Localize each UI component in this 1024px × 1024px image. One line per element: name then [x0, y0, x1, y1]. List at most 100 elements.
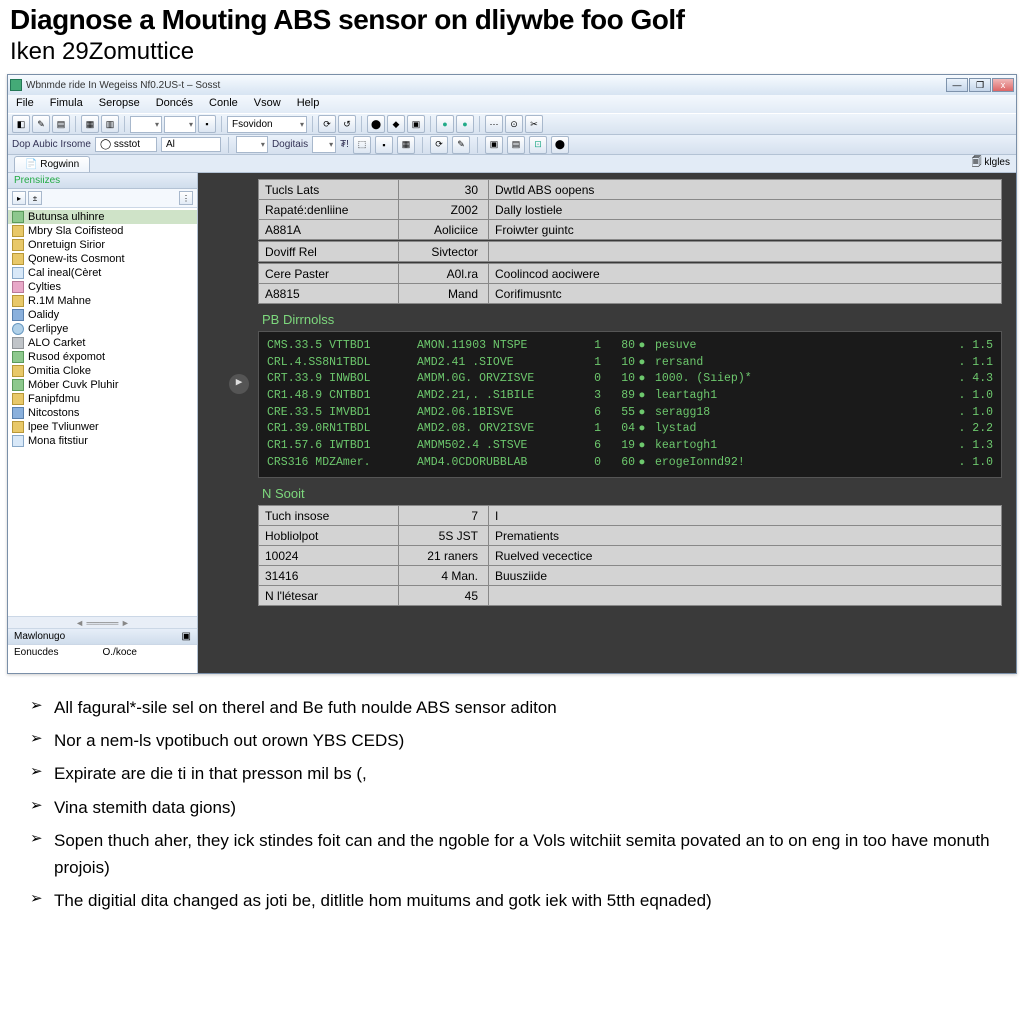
tree-label: lpee Tvliunwer: [28, 421, 99, 433]
sidebar-section[interactable]: Mawlonugo▣: [8, 629, 197, 644]
subbar-field[interactable]: ◯ ssstot: [95, 137, 157, 152]
table-row: Cere PasterA0l.raCoolincod aociwere: [259, 264, 1002, 284]
cell-label: 31416: [259, 566, 399, 586]
sidebar-item[interactable]: Mona fitstiur: [8, 434, 197, 448]
toolbar-1: ◧ ✎ ▤ ▦ ▥ ▪ Fsovidon ⟳ ↺ ⬤ ◆ ▣ ● ● ⋯ ⊙ ✂: [8, 113, 1016, 135]
cell-desc: Froiwter guintc: [489, 220, 1002, 240]
minimize-button[interactable]: —: [946, 78, 968, 92]
tree-icon: [12, 267, 24, 279]
tree-icon: [12, 407, 24, 419]
sidebar-tool[interactable]: ▸: [12, 191, 26, 205]
subbar-label: Dogitais: [272, 139, 308, 150]
tb-btn[interactable]: ▦: [397, 136, 415, 154]
tb-btn[interactable]: ▥: [101, 115, 119, 133]
sidebar-item[interactable]: lpee Tvliunwer: [8, 420, 197, 434]
tb-combo[interactable]: [312, 136, 336, 153]
tb-btn[interactable]: ↺: [338, 115, 356, 133]
tb-btn[interactable]: ✂: [525, 115, 543, 133]
toolbar-2: Dop Aubic Irsome ◯ ssstot Al Dogitais ₮!…: [8, 135, 1016, 155]
tb-combo-fsovidon[interactable]: Fsovidon: [227, 116, 307, 133]
sidebar-scrollbar[interactable]: ◄ ═════ ►: [8, 616, 197, 628]
tb-btn[interactable]: ●: [456, 115, 474, 133]
sidebar-item[interactable]: Cerlipye: [8, 322, 197, 336]
maximize-button[interactable]: ❐: [969, 78, 991, 92]
sidebar-item[interactable]: Oalidy: [8, 308, 197, 322]
sidebar-item[interactable]: Fanipfdmu: [8, 392, 197, 406]
cell-value: 30: [399, 180, 489, 200]
close-button[interactable]: x: [992, 78, 1014, 92]
article-subtitle: Iken 29Zomuttice: [0, 38, 1024, 74]
tb-btn[interactable]: ◆: [387, 115, 405, 133]
sidebar-item[interactable]: Móber Cuvk Pluhir: [8, 378, 197, 392]
tb-btn[interactable]: ▪: [198, 115, 216, 133]
tb-btn[interactable]: ▣: [485, 136, 503, 154]
tree-label: Onretuign Sirior: [28, 239, 105, 251]
menu-vsow[interactable]: Vsow: [246, 95, 289, 113]
tb-btn[interactable]: ◧: [12, 115, 30, 133]
tb-btn[interactable]: ✎: [32, 115, 50, 133]
sidebar-item[interactable]: Butunsa ulhinre: [8, 210, 197, 224]
sidebar-item[interactable]: R.1M Mahne: [8, 294, 197, 308]
cell-label: Tucls Lats: [259, 180, 399, 200]
tb-combo[interactable]: [130, 116, 162, 133]
tree-label: Fanipfdmu: [28, 393, 80, 405]
tree-label: Oalidy: [28, 309, 59, 321]
sidebar-item[interactable]: Omitia Cloke: [8, 364, 197, 378]
menu-conle[interactable]: Conle: [201, 95, 246, 113]
cell-desc: Coolincod aociwere: [489, 264, 1002, 284]
terminal-row: CRL.4.SS8N1TBDLAMD2.41 .SIOVE110●rersand…: [267, 355, 993, 372]
cell-value: 45: [399, 586, 489, 606]
tree-icon: [12, 379, 24, 391]
terminal-row: CR1.39.0RN1TBDLAMD2.08. ORV2ISVE104●lyst…: [267, 421, 993, 438]
sidebar-item[interactable]: Cal ineal(Cèret: [8, 266, 197, 280]
tb-btn[interactable]: ⋯: [485, 115, 503, 133]
cell-desc: [489, 586, 1002, 606]
tree-icon: [12, 239, 24, 251]
sidebar-item[interactable]: Qonew-its Cosmont: [8, 252, 197, 266]
titlebar[interactable]: Wbnmde ride In Wegeiss Nf0.2US-t – Sosst…: [8, 75, 1016, 95]
tb-btn[interactable]: ●: [436, 115, 454, 133]
sidebar-item[interactable]: ALO Carket: [8, 336, 197, 350]
menu-help[interactable]: Help: [289, 95, 328, 113]
titlebar-text: Wbnmde ride In Wegeiss Nf0.2US-t – Sosst: [26, 80, 946, 91]
tb-btn[interactable]: ⬤: [367, 115, 385, 133]
tb-btn[interactable]: ▪: [375, 136, 393, 154]
tb-btn[interactable]: ⟳: [430, 136, 448, 154]
tb-btn[interactable]: ⊡: [529, 136, 547, 154]
menu-file[interactable]: File: [8, 95, 42, 113]
tb-btn[interactable]: ⬚: [353, 136, 371, 154]
tb-btn[interactable]: ▤: [52, 115, 70, 133]
sidebar-item[interactable]: Rusod éxpomot: [8, 350, 197, 364]
subbar-label: Dop Aubic Irsome: [12, 139, 91, 150]
menu-fimula[interactable]: Fimula: [42, 95, 91, 113]
tree-icon: [12, 351, 24, 363]
subbar-field[interactable]: Al: [161, 137, 221, 152]
menu-donces[interactable]: Doncés: [148, 95, 201, 113]
tb-btn[interactable]: ✎: [452, 136, 470, 154]
sidebar-tree[interactable]: Butunsa ulhinreMbry Sla CoifisteodOnretu…: [8, 208, 197, 616]
tab-klgles[interactable]: 🗐 klgles: [972, 155, 1010, 172]
tb-btn[interactable]: ▤: [507, 136, 525, 154]
sidebar-tool[interactable]: ±: [28, 191, 42, 205]
tb-btn[interactable]: ⊙: [505, 115, 523, 133]
cell-value: 21 raners: [399, 546, 489, 566]
play-icon[interactable]: ▶: [229, 374, 249, 394]
tb-combo[interactable]: [236, 136, 268, 153]
menu-seropse[interactable]: Seropse: [91, 95, 148, 113]
cell-desc: Corifimusntc: [489, 284, 1002, 304]
tb-btn[interactable]: ▦: [81, 115, 99, 133]
cell-label: N l'létesar: [259, 586, 399, 606]
tab-rogwinn[interactable]: 📄 Rogwinn: [14, 156, 90, 172]
cell-desc: [489, 242, 1002, 262]
tb-btn[interactable]: ⟳: [318, 115, 336, 133]
sidebar-item[interactable]: Onretuign Sirior: [8, 238, 197, 252]
tree-label: Nitcostons: [28, 407, 79, 419]
tb-combo[interactable]: [164, 116, 196, 133]
cell-label: Hobliolpot: [259, 526, 399, 546]
sidebar-item[interactable]: Mbry Sla Coifisteod: [8, 224, 197, 238]
tb-btn[interactable]: ▣: [407, 115, 425, 133]
sidebar-item[interactable]: Cylties: [8, 280, 197, 294]
tb-btn[interactable]: ⬤: [551, 136, 569, 154]
sidebar-item[interactable]: Nitcostons: [8, 406, 197, 420]
sidebar-tool[interactable]: ⋮: [179, 191, 193, 205]
